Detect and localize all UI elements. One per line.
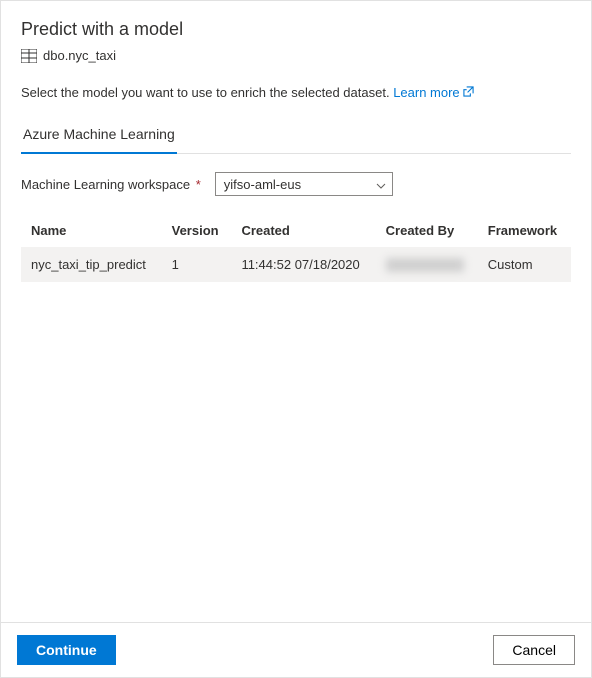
learn-more-label: Learn more (393, 85, 459, 100)
instruction-text: Select the model you want to use to enri… (21, 85, 571, 100)
workspace-dropdown[interactable]: yifso-aml-eus (215, 172, 393, 196)
cell-created-by (376, 247, 478, 282)
cell-name: nyc_taxi_tip_predict (21, 247, 162, 282)
cell-created: 11:44:52 07/18/2020 (231, 247, 375, 282)
table-row[interactable]: nyc_taxi_tip_predict 1 11:44:52 07/18/20… (21, 247, 571, 282)
required-indicator: * (196, 177, 201, 192)
table-header-row: Name Version Created Created By Framewor… (21, 214, 571, 247)
col-created-by: Created By (376, 214, 478, 247)
dataset-label: dbo.nyc_taxi (43, 48, 116, 63)
instruction-sentence: Select the model you want to use to enri… (21, 85, 390, 100)
tab-azure-ml[interactable]: Azure Machine Learning (21, 118, 177, 154)
cell-framework: Custom (478, 247, 571, 282)
continue-button[interactable]: Continue (17, 635, 116, 665)
cell-version: 1 (162, 247, 232, 282)
col-name: Name (21, 214, 162, 247)
models-table: Name Version Created Created By Framewor… (21, 214, 571, 282)
chevron-down-icon (376, 177, 386, 192)
footer: Continue Cancel (1, 622, 591, 677)
cancel-button[interactable]: Cancel (493, 635, 575, 665)
tabs: Azure Machine Learning (21, 118, 571, 154)
workspace-field: Machine Learning workspace * yifso-aml-e… (21, 172, 571, 196)
dataset-row: dbo.nyc_taxi (21, 48, 571, 63)
page-title: Predict with a model (21, 19, 571, 40)
created-by-redacted (386, 258, 464, 272)
workspace-selected-value: yifso-aml-eus (224, 177, 301, 192)
col-version: Version (162, 214, 232, 247)
col-created: Created (231, 214, 375, 247)
external-link-icon (463, 85, 474, 100)
learn-more-link[interactable]: Learn more (393, 85, 473, 100)
table-icon (21, 49, 37, 63)
workspace-label-text: Machine Learning workspace (21, 177, 190, 192)
workspace-label: Machine Learning workspace * (21, 177, 201, 192)
col-framework: Framework (478, 214, 571, 247)
